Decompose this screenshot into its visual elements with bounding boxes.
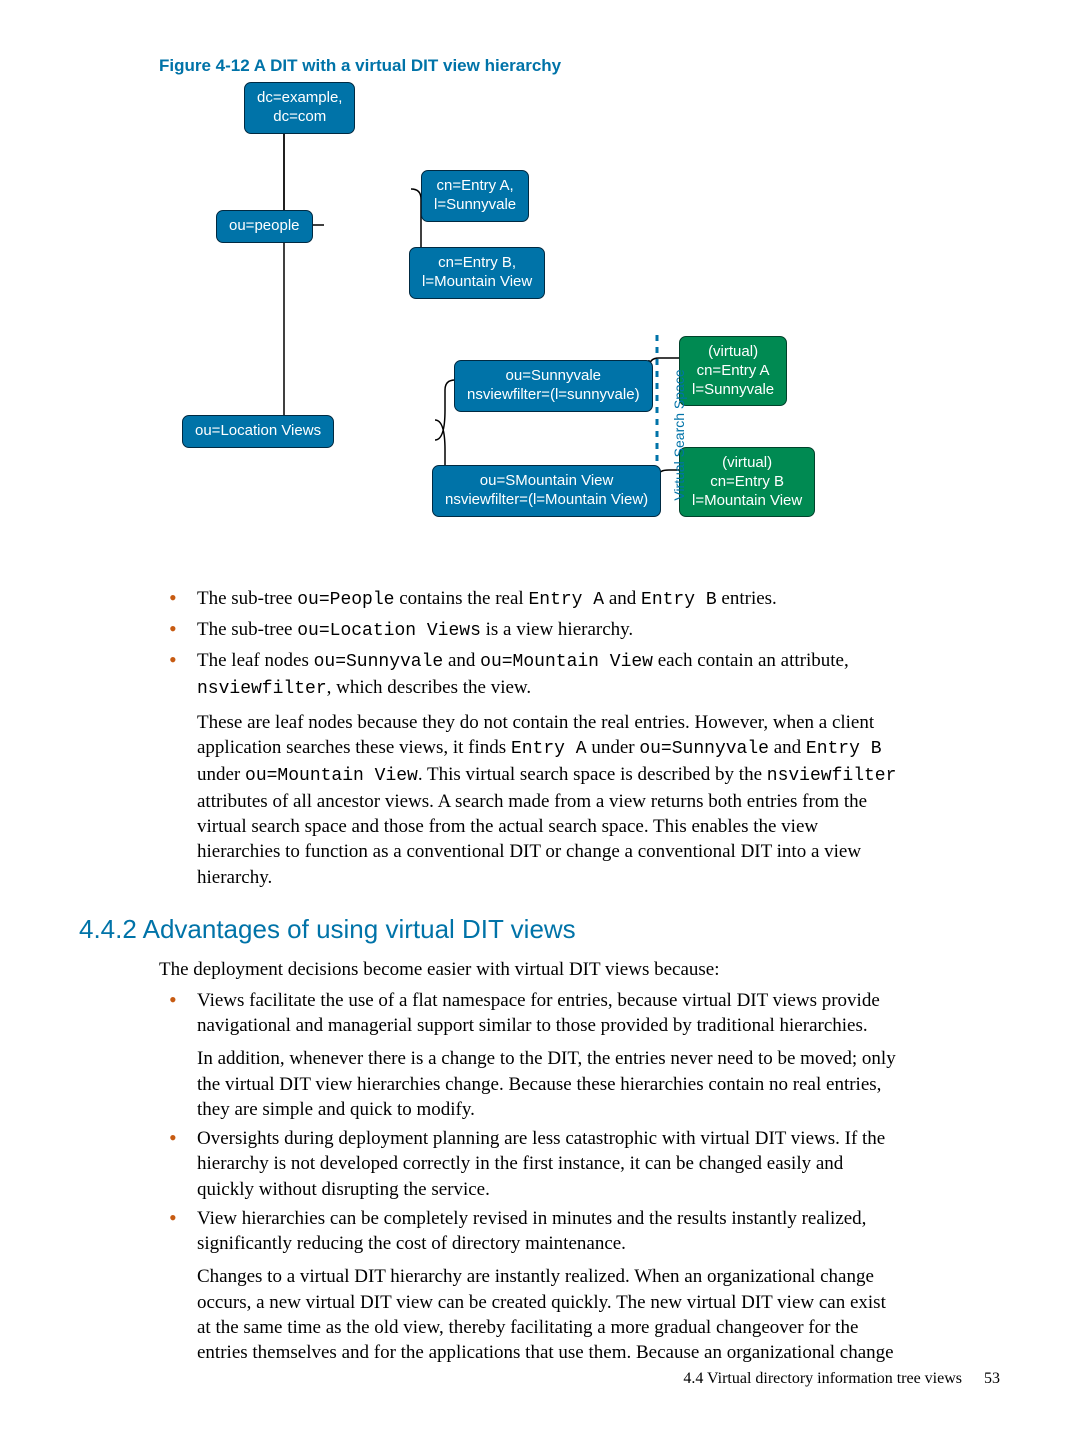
dit-diagram: dc=example, dc=com ou=people cn=Entry A,… (159, 80, 899, 550)
page-footer: 4.4 Virtual directory information tree v… (683, 1370, 1000, 1388)
footer-section: 4.4 Virtual directory information tree v… (683, 1370, 962, 1387)
node-label: ou=people (229, 217, 300, 234)
bullet-list-1: The sub-tree ou=People contains the real… (159, 586, 899, 890)
node-label: cn=Entry B, l=Mountain View (422, 254, 532, 290)
node-root: dc=example, dc=com (244, 82, 355, 134)
node-virtual-b: (virtual) cn=Entry B l=Mountain View (679, 447, 815, 517)
node-virtual-a: (virtual) cn=Entry A l=Sunnyvale (679, 336, 787, 406)
section-heading: 4.4.2 Advantages of using virtual DIT vi… (79, 912, 899, 947)
node-label: dc=example, dc=com (257, 89, 342, 125)
section-intro: The deployment decisions become easier w… (159, 957, 899, 982)
node-label: ou=Location Views (195, 422, 321, 439)
node-label: cn=Entry A, l=Sunnyvale (434, 177, 516, 213)
node-label: (virtual) cn=Entry A l=Sunnyvale (692, 343, 774, 398)
virtual-search-space-label: Virtual Search Space (671, 360, 687, 510)
node-people: ou=people (216, 210, 313, 243)
node-mountain-view: ou=SMountain View nsviewfilter=(l=Mounta… (432, 465, 661, 517)
body-content: The sub-tree ou=People contains the real… (159, 580, 899, 1370)
list-item: The sub-tree ou=Location Views is a view… (159, 617, 899, 644)
node-label: ou=Sunnyvale nsviewfilter=(l=sunnyvale) (467, 367, 640, 403)
node-entry-a: cn=Entry A, l=Sunnyvale (421, 170, 529, 222)
node-location-views: ou=Location Views (182, 415, 334, 448)
node-entry-b: cn=Entry B, l=Mountain View (409, 247, 545, 299)
figure-caption: Figure 4-12 A DIT with a virtual DIT vie… (159, 56, 561, 76)
list-item: The leaf nodes ou=Sunnyvale and ou=Mount… (159, 648, 899, 890)
list-item: The sub-tree ou=People contains the real… (159, 586, 899, 613)
bullet-list-2: Views facilitate the use of a flat names… (159, 988, 899, 1366)
list-item: Oversights during deployment planning ar… (159, 1126, 899, 1202)
node-sunnyvale: ou=Sunnyvale nsviewfilter=(l=sunnyvale) (454, 360, 653, 412)
node-label: ou=SMountain View nsviewfilter=(l=Mounta… (445, 472, 648, 508)
node-label: (virtual) cn=Entry B l=Mountain View (692, 454, 802, 509)
list-item: View hierarchies can be completely revis… (159, 1206, 899, 1366)
page-number: 53 (984, 1370, 1000, 1387)
list-item: Views facilitate the use of a flat names… (159, 988, 899, 1122)
